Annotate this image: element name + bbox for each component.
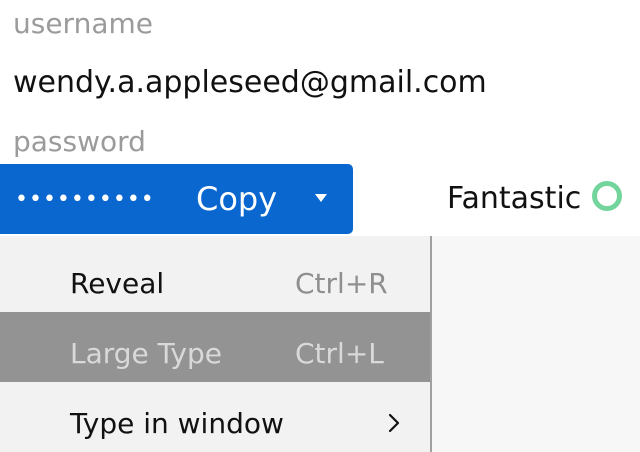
menu-item-label: Large Type xyxy=(70,337,222,370)
menu-item-label: Reveal xyxy=(70,267,165,300)
chevron-right-icon xyxy=(388,413,400,433)
password-label: password xyxy=(13,125,146,158)
caret-down-icon[interactable] xyxy=(313,190,329,206)
password-copy-button[interactable]: •••••••••• Copy xyxy=(0,164,353,234)
strength-circle-icon xyxy=(592,181,622,211)
menu-item-type-in-window[interactable]: Type in window xyxy=(0,382,430,452)
password-masked-value: •••••••••• xyxy=(15,187,155,212)
menu-item-large-type[interactable]: Large Type Ctrl+L xyxy=(0,312,430,382)
password-dropdown-menu: Reveal Ctrl+R Large Type Ctrl+L Type in … xyxy=(0,236,432,452)
password-strength-label: Fantastic xyxy=(447,181,582,216)
menu-item-label: Type in window xyxy=(70,407,284,440)
menu-item-shortcut: Ctrl+R xyxy=(295,267,388,300)
menu-item-shortcut: Ctrl+L xyxy=(295,337,384,370)
username-label: username xyxy=(13,7,153,40)
username-value[interactable]: wendy.a.appleseed@gmail.com xyxy=(13,68,487,98)
copy-button-label[interactable]: Copy xyxy=(196,183,277,215)
menu-item-reveal[interactable]: Reveal Ctrl+R xyxy=(0,242,430,312)
